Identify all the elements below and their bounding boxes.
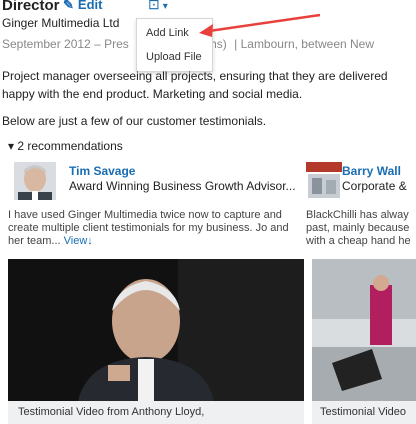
video-frame-icon: [8, 259, 304, 401]
chevron-down-icon: ▾: [162, 1, 168, 12]
view-more-link[interactable]: View↓: [64, 235, 93, 247]
recommender-headline: Corporate &: [342, 179, 407, 193]
video-caption[interactable]: Testimonial Video: [320, 406, 406, 418]
edit-label: Edit: [77, 0, 103, 12]
edit-button[interactable]: ✎ Edit: [63, 0, 102, 13]
testimonials-intro: Below are just a few of our customer tes…: [2, 114, 267, 128]
menu-item-upload-file[interactable]: Upload File: [146, 51, 202, 63]
dates-text: September 2012 – Pres: [2, 37, 129, 51]
company-name[interactable]: Ginger Multimedia Ltd: [2, 16, 119, 30]
video-caption-bar: Testimonial Video from Anthony Lloyd,: [8, 401, 304, 424]
recommendation-text: BlackChilli has alway past, mainly becau…: [306, 209, 411, 247]
menu-item-add-link[interactable]: Add Link: [146, 27, 189, 39]
avatar[interactable]: [14, 162, 56, 200]
recommendations-toggle[interactable]: ▾ 2 recommendations: [8, 139, 123, 153]
description-line: happy with the end product. Marketing an…: [2, 87, 303, 101]
add-media-icon: ⊡: [148, 0, 160, 12]
company-logo-icon: [306, 162, 342, 200]
video-caption[interactable]: Testimonial Video from Anthony Lloyd,: [18, 406, 204, 418]
recommendation-body: I have used Ginger Multimedia twice now …: [8, 209, 289, 247]
recommender-headline: Award Winning Business Growth Advisor...: [69, 179, 296, 193]
avatar-photo-icon: [14, 162, 56, 200]
job-description: Project manager overseeing all projects,…: [2, 67, 416, 103]
position-title: Director: [2, 0, 60, 14]
video-thumbnail[interactable]: [312, 259, 416, 401]
annotation-arrow: [199, 13, 321, 37]
recommendation-text: I have used Ginger Multimedia twice now …: [8, 209, 304, 248]
video-frame-icon: [312, 259, 416, 401]
video-thumbnail[interactable]: [8, 259, 304, 401]
avatar[interactable]: [306, 162, 342, 200]
video-caption-bar: Testimonial Video: [312, 401, 416, 424]
recommender-name[interactable]: Barry Wall: [342, 164, 401, 178]
pencil-icon: ✎: [63, 0, 74, 12]
add-media-button[interactable]: ⊡ ▾: [148, 0, 168, 13]
description-line: Project manager overseeing all projects,…: [2, 69, 388, 83]
recommender-name[interactable]: Tim Savage: [69, 164, 135, 178]
